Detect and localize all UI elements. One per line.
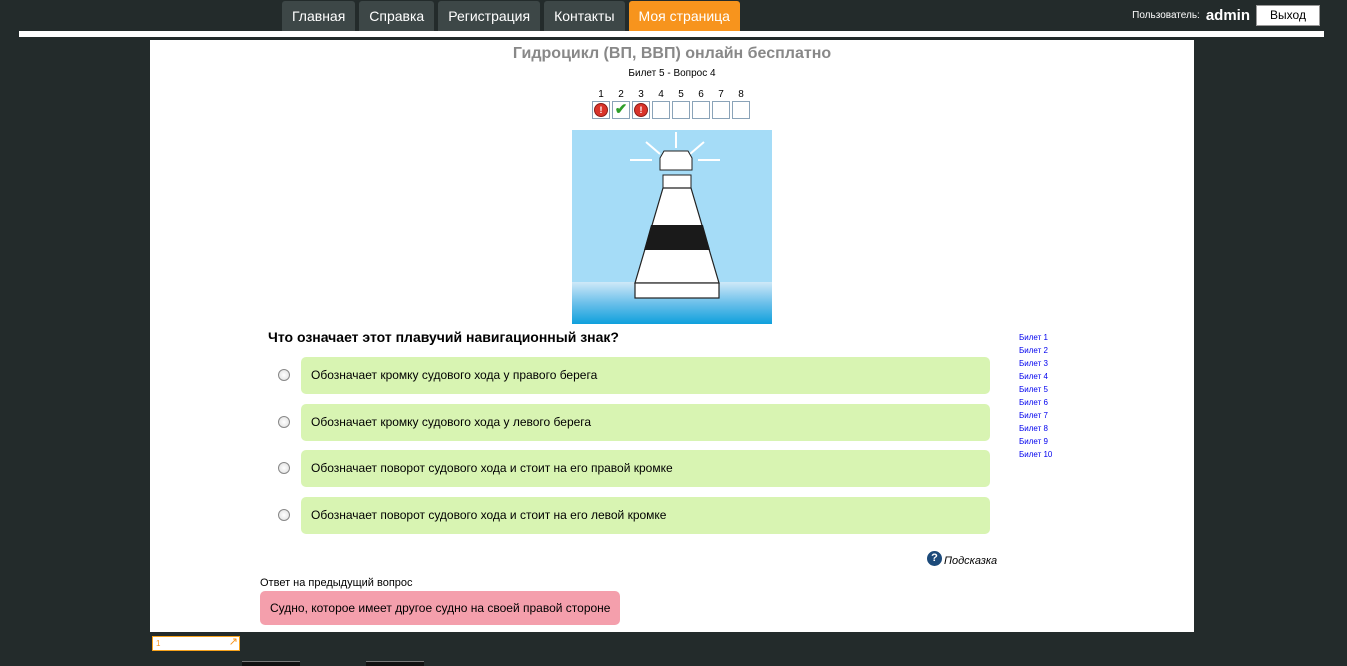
progress-number: 4	[658, 89, 664, 100]
progress-box-wrong[interactable]: !	[632, 101, 650, 119]
progress-box-empty[interactable]	[652, 101, 670, 119]
bottom-button-stub[interactable]	[366, 661, 424, 666]
user-label: Пользователь:	[1132, 10, 1200, 21]
question-text: Что означает этот плавучий навигационный…	[268, 329, 619, 345]
ticket-link-7[interactable]: Билет 7	[1019, 409, 1052, 422]
progress-number: 8	[738, 89, 744, 100]
previous-answer: Судно, которое имеет другое судно на сво…	[260, 591, 621, 625]
ticket-link-8[interactable]: Билет 8	[1019, 422, 1052, 435]
answer-radio[interactable]	[278, 509, 290, 521]
hint-button[interactable]: ? Подсказка	[927, 549, 997, 567]
progress-number: 6	[698, 89, 704, 100]
error-icon: !	[634, 103, 648, 117]
header-divider	[19, 31, 1324, 37]
answer-option-text[interactable]: Обозначает поворот судового хода и стоит…	[301, 497, 990, 534]
user-name: admin	[1205, 7, 1250, 24]
nav-tab-contacts[interactable]: Контакты	[544, 1, 625, 31]
quiz-panel: Гидроцикл (ВП, ВВП) онлайн бесплатно Бил…	[150, 40, 1194, 632]
progress-number: 5	[678, 89, 684, 100]
logout-button[interactable]: Выход	[1256, 5, 1320, 26]
help-icon: ?	[927, 550, 942, 566]
answer-option-text[interactable]: Обозначает кромку судового хода у правог…	[301, 357, 990, 394]
progress-number: 7	[718, 89, 724, 100]
progress-cell: 5	[672, 88, 690, 119]
user-box: Пользователь: admin Выход	[1132, 5, 1320, 26]
progress-cell: 3 !	[632, 88, 650, 119]
nav-tab-home[interactable]: Главная	[282, 1, 356, 31]
error-icon: !	[594, 103, 608, 117]
answer-option: Обозначает кромку судового хода у правог…	[260, 357, 990, 394]
answer-option-text[interactable]: Обозначает поворот судового хода и стоит…	[301, 450, 990, 487]
answer-option: Обозначает поворот судового хода и стоит…	[260, 450, 990, 487]
nav-tab-my-page[interactable]: Моя страница	[628, 1, 740, 31]
answer-radio[interactable]	[278, 416, 290, 428]
progress-box-wrong[interactable]: !	[592, 101, 610, 119]
ticket-link-1[interactable]: Билет 1	[1019, 331, 1052, 344]
progress-box-empty[interactable]	[692, 101, 710, 119]
nav-tab-registration[interactable]: Регистрация	[438, 1, 541, 31]
progress-number: 1	[598, 89, 604, 100]
ticket-link-2[interactable]: Билет 2	[1019, 344, 1052, 357]
answer-option-text[interactable]: Обозначает кромку судового хода у левого…	[301, 404, 990, 441]
answer-radio[interactable]	[278, 462, 290, 474]
ticket-link-10[interactable]: Билет 10	[1019, 448, 1052, 461]
page-title: Гидроцикл (ВП, ВВП) онлайн бесплатно	[512, 45, 832, 62]
ticket-list: Билет 1 Билет 2 Билет 3 Билет 4 Билет 5 …	[1019, 331, 1052, 461]
ticket-link-5[interactable]: Билет 5	[1019, 383, 1052, 396]
answer-radio[interactable]	[278, 369, 290, 381]
answer-option: Обозначает кромку судового хода у левого…	[260, 404, 990, 441]
progress-cell: 7	[712, 88, 730, 119]
ticket-link-4[interactable]: Билет 4	[1019, 370, 1052, 383]
bottom-button-stub[interactable]	[242, 661, 300, 666]
previous-answer-label: Ответ на предыдущий вопрос	[260, 577, 413, 589]
nav-tab-help[interactable]: Справка	[359, 1, 435, 31]
progress-box-empty[interactable]	[672, 101, 690, 119]
progress-cell: 2 ✔	[612, 88, 630, 119]
progress-box-empty[interactable]	[732, 101, 750, 119]
ticket-link-3[interactable]: Билет 3	[1019, 357, 1052, 370]
expand-arrow-icon: ↗	[228, 636, 238, 648]
progress-box-empty[interactable]	[712, 101, 730, 119]
ticket-link-9[interactable]: Билет 9	[1019, 435, 1052, 448]
checkmark-icon: ✔	[614, 101, 628, 118]
ticket-info: Билет 5 - Вопрос 4	[628, 68, 716, 79]
hint-label: Подсказка	[944, 555, 998, 567]
answer-option: Обозначает поворот судового хода и стоит…	[260, 497, 990, 534]
progress-cell: 4	[652, 88, 670, 119]
ticket-link-6[interactable]: Билет 6	[1019, 396, 1052, 409]
progress-number: 2	[618, 89, 624, 100]
progress-cell: 1 !	[592, 88, 610, 119]
progress-cell: 6	[692, 88, 710, 119]
page-selector[interactable]: 1 ↗	[152, 636, 240, 651]
main-nav: Главная Справка Регистрация Контакты Моя…	[282, 1, 740, 31]
progress-box-correct[interactable]: ✔	[612, 101, 630, 119]
question-progress: 1 ! 2 ✔ 3 ! 4 5 6 7 8	[592, 88, 750, 119]
progress-cell: 8	[732, 88, 750, 119]
navigation-sign-image	[572, 130, 772, 324]
page-number: 1	[156, 639, 161, 648]
progress-number: 3	[638, 89, 644, 100]
